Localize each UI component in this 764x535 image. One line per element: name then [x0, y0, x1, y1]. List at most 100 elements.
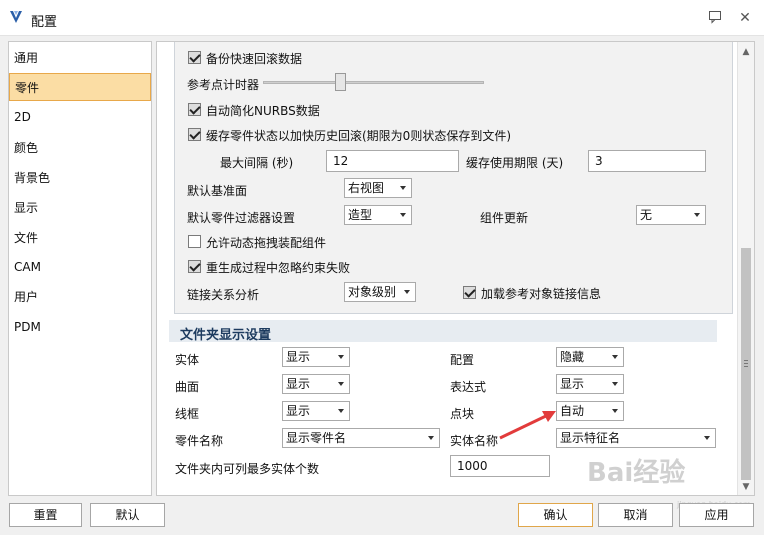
scroll-grip: [744, 360, 748, 361]
chevron-down-icon: [612, 355, 618, 359]
part-name-label: 零件名称: [175, 434, 224, 448]
window-title: 配置: [31, 15, 58, 30]
point-block-label: 点块: [450, 407, 475, 421]
nav-item-part[interactable]: 零件: [9, 73, 151, 101]
entity-name-select[interactable]: 显示特征名: [556, 428, 716, 448]
backup-rollback-label: 备份快速回滚数据: [206, 52, 303, 66]
baidu-watermark-logo: Bai经验: [587, 458, 686, 488]
nav-item-color[interactable]: 颜色: [9, 134, 151, 162]
surface-value: 显示: [286, 377, 311, 391]
link-analysis-label: 链接关系分析: [187, 288, 260, 302]
default-filter-label: 默认零件过滤器设置: [187, 211, 296, 225]
max-entities-label: 文件夹内可列最多实体个数: [175, 462, 320, 476]
wireframe-label: 线框: [175, 407, 200, 421]
cancel-button[interactable]: 取消: [598, 503, 673, 527]
component-update-select[interactable]: 无: [636, 205, 706, 225]
link-analysis-select[interactable]: 对象级别: [344, 282, 416, 302]
default-filter-select[interactable]: 造型: [344, 205, 412, 225]
folder-display-title: 文件夹显示设置: [180, 328, 272, 343]
component-update-value: 无: [640, 208, 653, 222]
config-value: 隐藏: [560, 350, 585, 364]
ref-timer-label: 参考点计时器: [187, 78, 260, 92]
default-button[interactable]: 默认: [90, 503, 165, 527]
part-name-select[interactable]: 显示零件名: [282, 428, 440, 448]
wireframe-value: 显示: [286, 404, 311, 418]
chevron-down-icon: [400, 186, 406, 190]
nav-item-general[interactable]: 通用: [9, 44, 151, 72]
chevron-down-icon: [704, 436, 710, 440]
apply-button[interactable]: 应用: [679, 503, 754, 527]
cache-state-checkbox[interactable]: [188, 128, 201, 141]
chevron-down-icon: [338, 409, 344, 413]
load-ref-link-label: 加载参考对象链接信息: [481, 287, 602, 301]
expression-select[interactable]: 显示: [556, 374, 624, 394]
scroll-up-icon[interactable]: ▲: [738, 44, 754, 60]
title-bar: 配置 ✕: [0, 0, 764, 36]
ref-timer-slider-thumb[interactable]: [335, 73, 346, 91]
config-label: 配置: [450, 353, 475, 367]
nav-item-background[interactable]: 背景色: [9, 164, 151, 192]
chevron-down-icon: [400, 213, 406, 217]
chevron-down-icon: [428, 436, 434, 440]
dynamic-drag-checkbox[interactable]: [188, 235, 201, 248]
chevron-down-icon: [612, 382, 618, 386]
scroll-grip: [744, 363, 748, 364]
chevron-down-icon: [694, 213, 700, 217]
ok-button[interactable]: 确认: [518, 503, 593, 527]
nav-item-2d[interactable]: 2D: [9, 103, 151, 131]
ignore-constraint-checkbox[interactable]: [188, 260, 201, 273]
max-interval-label: 最大间隔 (秒): [220, 156, 294, 170]
reset-button[interactable]: 重置: [9, 503, 82, 527]
ignore-constraint-label: 重生成过程中忽略约束失败: [206, 261, 351, 275]
max-entities-input[interactable]: 1000: [450, 455, 550, 477]
cache-period-label: 缓存使用期限 (天): [466, 156, 564, 170]
component-update-label: 组件更新: [480, 211, 529, 225]
wireframe-select[interactable]: 显示: [282, 401, 350, 421]
settings-panel: 备份快速回滚数据 参考点计时器 自动简化NURBS数据 缓存零件状态以加快历史回…: [156, 41, 755, 496]
point-block-select[interactable]: 自动: [556, 401, 624, 421]
nav-item-cam[interactable]: CAM: [9, 253, 151, 281]
default-filter-value: 造型: [348, 208, 373, 222]
default-plane-select[interactable]: 右视图: [344, 178, 412, 198]
solid-value: 显示: [286, 350, 311, 364]
app-logo-icon: [10, 11, 22, 23]
help-icon[interactable]: [706, 10, 724, 26]
scroll-thumb[interactable]: [741, 248, 751, 480]
simplify-nurbs-checkbox[interactable]: [188, 103, 201, 116]
chevron-down-icon: [338, 382, 344, 386]
surface-label: 曲面: [175, 380, 200, 394]
config-select[interactable]: 隐藏: [556, 347, 624, 367]
default-plane-label: 默认基准面: [187, 184, 248, 198]
solid-select[interactable]: 显示: [282, 347, 350, 367]
close-icon[interactable]: ✕: [736, 10, 754, 26]
link-analysis-value: 对象级别: [348, 285, 397, 299]
simplify-nurbs-label: 自动简化NURBS数据: [206, 104, 320, 118]
scroll-down-icon[interactable]: ▼: [738, 479, 754, 495]
chevron-down-icon: [338, 355, 344, 359]
max-interval-input[interactable]: 12: [326, 150, 459, 172]
panel-scrollbar[interactable]: ▲ ▼: [737, 42, 754, 495]
dynamic-drag-label: 允许动态拖拽装配组件: [206, 236, 327, 250]
entity-name-value: 显示特征名: [560, 431, 621, 445]
part-name-value: 显示零件名: [286, 431, 347, 445]
nav-item-pdm[interactable]: PDM: [9, 313, 151, 341]
entity-name-label: 实体名称: [450, 434, 499, 448]
nav-item-display[interactable]: 显示: [9, 194, 151, 222]
chevron-down-icon: [404, 290, 410, 294]
expression-value: 显示: [560, 377, 585, 391]
scroll-grip: [744, 366, 748, 367]
surface-select[interactable]: 显示: [282, 374, 350, 394]
category-list: 通用 零件 2D 颜色 背景色 显示 文件 CAM 用户 PDM: [8, 41, 152, 496]
expression-label: 表达式: [450, 380, 487, 394]
default-plane-value: 右视图: [348, 181, 385, 195]
cache-state-label: 缓存零件状态以加快历史回滚(期限为0则状态保存到文件): [206, 129, 512, 143]
solid-label: 实体: [175, 353, 200, 367]
cache-period-input[interactable]: 3: [588, 150, 706, 172]
backup-rollback-checkbox[interactable]: [188, 51, 201, 64]
nav-item-file[interactable]: 文件: [9, 224, 151, 252]
nav-item-user[interactable]: 用户: [9, 283, 151, 311]
chevron-down-icon: [612, 409, 618, 413]
load-ref-link-checkbox[interactable]: [463, 286, 476, 299]
ref-timer-slider-track[interactable]: [263, 81, 484, 84]
point-block-value: 自动: [560, 404, 585, 418]
